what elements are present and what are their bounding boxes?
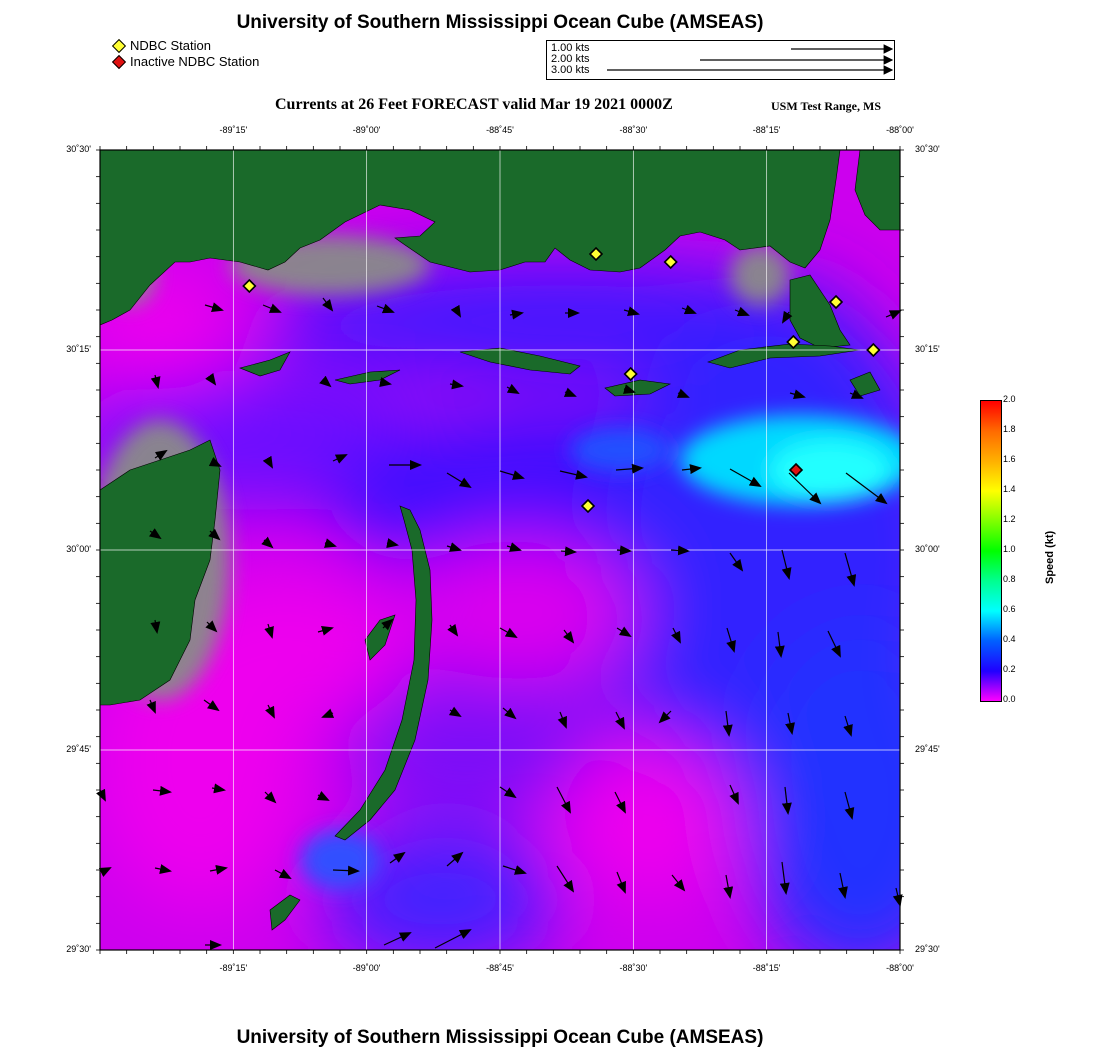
y-tick-label-right: 29˚30': [915, 944, 940, 954]
colorbar-tick-label: 0.6: [1003, 604, 1016, 614]
colorbar-tick-label: 1.6: [1003, 454, 1016, 464]
x-tick-label-top: -89˚15': [219, 125, 248, 135]
colorbar-label: Speed (kt): [1044, 530, 1056, 584]
y-tick-label-left: 30˚30': [66, 144, 91, 154]
current-map[interactable]: [0, 0, 1100, 1050]
x-tick-label-top: -88˚45': [486, 125, 514, 135]
speed-colorbar: [980, 400, 1002, 702]
footer-title: University of Southern Mississippi Ocean…: [236, 1027, 764, 1048]
y-tick-label-right: 29˚45': [915, 744, 940, 754]
y-tick-label-right: 30˚30': [915, 144, 940, 154]
y-tick-label-left: 29˚30': [66, 944, 91, 954]
colorbar-tick-label: 1.4: [1003, 484, 1016, 494]
speed-field: [100, 150, 900, 950]
colorbar-tick-label: 2.0: [1003, 394, 1016, 404]
colorbar-tick-label: 0.4: [1003, 634, 1016, 644]
x-tick-label-bottom: -88˚45': [486, 963, 514, 973]
y-tick-label-right: 30˚00': [915, 544, 940, 554]
x-tick-label-bottom: -88˚00': [886, 963, 914, 973]
y-tick-label-left: 29˚45': [66, 744, 91, 754]
y-tick-label-right: 30˚15': [915, 344, 940, 354]
colorbar-tick-label: 0.0: [1003, 694, 1016, 704]
x-tick-label-top: -88˚15': [752, 125, 781, 135]
x-tick-label-top: -88˚00': [886, 125, 914, 135]
x-tick-label-bottom: -88˚15': [752, 963, 781, 973]
x-tick-label-bottom: -89˚00': [352, 963, 381, 973]
y-tick-label-left: 30˚00': [66, 544, 91, 554]
colorbar-tick-label: 0.8: [1003, 574, 1016, 584]
colorbar-tick-label: 0.2: [1003, 664, 1016, 674]
colorbar-tick-label: 1.2: [1003, 514, 1016, 524]
x-tick-label-top: -89˚00': [352, 125, 381, 135]
x-tick-label-bottom: -88˚30': [619, 963, 648, 973]
colorbar-tick-label: 1.8: [1003, 424, 1016, 434]
x-tick-label-bottom: -89˚15': [219, 963, 248, 973]
y-tick-label-left: 30˚15': [66, 344, 91, 354]
colorbar-tick-label: 1.0: [1003, 544, 1016, 554]
x-tick-label-top: -88˚30': [619, 125, 648, 135]
